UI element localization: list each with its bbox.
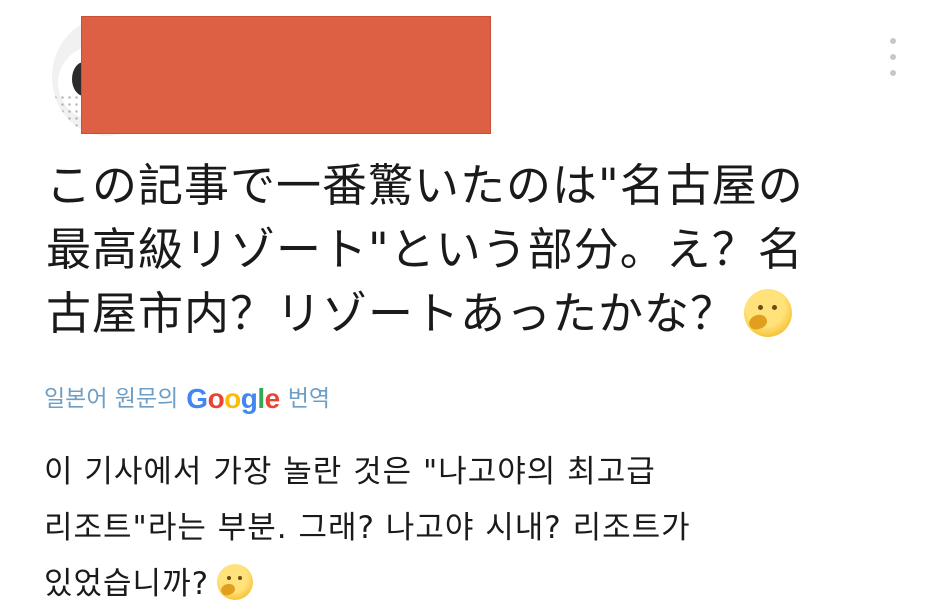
translation-suffix: 번역 [287, 386, 331, 412]
google-logo-text: Google [186, 382, 281, 416]
google-letter-1: G [186, 383, 208, 414]
post-line-2: 最高級リゾート"という部分。え？名 [46, 223, 804, 276]
more-options-icon[interactable] [887, 38, 899, 76]
translated-text: 이 기사에서 가장 놀란 것은 "나고야의 최고급 리조트"라는 부분. 그래?… [44, 444, 904, 612]
post-line-1: この記事で一番驚いたのは"名古屋の [46, 159, 804, 212]
redacted-username-block [81, 16, 491, 134]
translation-prefix: 일본어 원문의 [44, 386, 179, 412]
translated-line-2: 리조트"라는 부분. 그래? 나고야 시내? 리조트가 [44, 510, 691, 546]
thinking-face-emoji-icon [744, 289, 793, 337]
google-letter-5: l [257, 383, 265, 414]
thinking-face-emoji-icon [217, 564, 254, 600]
menu-dot-1 [890, 38, 896, 44]
google-letter-6: e [264, 383, 281, 414]
post-text: この記事で一番驚いたのは"名古屋の 最高級リゾート"という部分。え？名 古屋市内… [46, 154, 906, 346]
menu-dot-2 [890, 54, 896, 60]
translated-line-3: 있었습니까? [44, 566, 210, 602]
google-letter-3: o [224, 383, 241, 414]
translated-line-1: 이 기사에서 가장 놀란 것은 "나고야의 최고급 [44, 454, 656, 490]
menu-dot-3 [890, 70, 896, 76]
google-letter-2: o [207, 383, 225, 414]
google-translate-link[interactable]: 일본어 원문의 Google 번역 [44, 382, 330, 416]
google-letter-4: g [240, 383, 258, 414]
post-line-3: 古屋市内？リゾートあったかな？ [46, 287, 737, 340]
